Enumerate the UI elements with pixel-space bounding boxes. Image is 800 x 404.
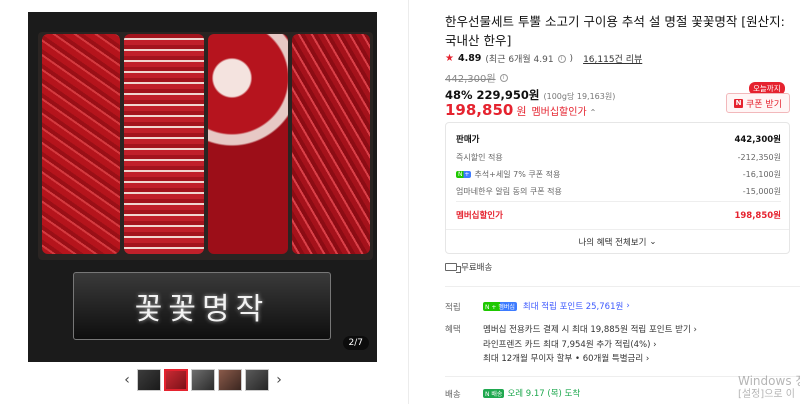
- next-image-arrow-icon[interactable]: ›: [272, 370, 286, 390]
- member-price-won: 원: [516, 105, 527, 118]
- breakdown-label-group: N + 추석+세일 7% 쿠폰 적용: [456, 169, 560, 180]
- rib-finger-cut: [208, 34, 288, 254]
- meat-gift-box-image: [38, 32, 373, 260]
- rating-row: ★ 4.89 (최근 6개월 4.91 i) 16,115건 리뷰: [445, 52, 642, 65]
- column-divider: [408, 0, 409, 404]
- chevron-down-icon: ⌄: [649, 236, 657, 247]
- watermark-line-1: Windows 정: [738, 374, 800, 388]
- breakdown-value: 198,850원: [734, 211, 781, 221]
- delivery-label: 배송: [445, 390, 461, 400]
- star-icon: ★: [445, 53, 454, 64]
- view-all-benefits-link[interactable]: 나의 혜택 전체보기 ⌄: [446, 229, 789, 253]
- naver-n-icon: N: [734, 98, 743, 108]
- breakdown-label: 즉시할인 적용: [456, 153, 503, 162]
- breakdown-label: 판매가: [456, 135, 480, 145]
- member-price: 198,850: [445, 101, 514, 119]
- price-info-icon[interactable]: i: [499, 73, 508, 82]
- watermark-line-2: [설정]으로 이: [738, 389, 795, 400]
- free-shipping-label: 무료배송: [461, 263, 493, 273]
- windows-activation-watermark: Windows 정 [설정]으로 이: [738, 374, 800, 402]
- thumbnail-1[interactable]: [137, 369, 161, 391]
- review-count-link[interactable]: 16,115건 리뷰: [583, 52, 642, 65]
- product-main-image[interactable]: 꽃꽃명작 2/7: [28, 12, 377, 362]
- breakdown-row-list-price: 판매가 442,300원: [456, 133, 781, 145]
- benefit-line-linefriends-card[interactable]: 라인프렌즈 카드 최대 7,954원 추가 적립(4%) ›: [483, 338, 657, 350]
- points-text: 최대 적립 포인트 25,761원: [522, 302, 624, 312]
- thumbnail-5[interactable]: [245, 369, 269, 391]
- brand-nameplate-text: 꽃꽃명작: [134, 292, 270, 327]
- breakdown-row-sale-coupon: N + 추석+세일 7% 쿠폰 적용 -16,100원: [456, 169, 781, 180]
- thumbnail-2-active[interactable]: [164, 369, 188, 391]
- prev-image-arrow-icon[interactable]: ‹: [120, 370, 134, 390]
- thumbnail-strip: ‹ ›: [120, 368, 290, 392]
- sirloin-cut: [42, 34, 120, 254]
- naver-plus-badge-icon: N +: [456, 171, 472, 178]
- points-row[interactable]: N + 멤버십 최대 적립 포인트 25,761원 ›: [483, 300, 630, 312]
- tenderloin-cut: [292, 34, 370, 254]
- member-price-label: 멤버십할인가: [531, 107, 587, 118]
- sale-rate: 48%: [445, 88, 473, 102]
- breakdown-value: -212,350원: [737, 153, 781, 162]
- breakdown-label: 엄마네한우 알림 동의 쿠폰 적용: [456, 187, 562, 196]
- coupon-button-label: 쿠폰 받기: [746, 99, 782, 110]
- product-title: 한우선물세트 투뿔 소고기 구이용 추석 설 명절 꽃꽃명작 [원산지: 국내산…: [445, 14, 785, 48]
- delivery-text: 오레 9.17 (목) 도착: [507, 389, 581, 399]
- breakdown-separator: [456, 201, 781, 202]
- benefit-line-membership-card[interactable]: 멤버십 전용카드 결제 시 최대 19,885원 적립 포인트 받기 ›: [483, 323, 697, 335]
- points-label: 적립: [445, 303, 461, 313]
- thumbnail-4[interactable]: [218, 369, 242, 391]
- breakdown-value: 442,300원: [734, 135, 781, 145]
- coupon-download-button[interactable]: N 쿠폰 받기: [726, 93, 790, 113]
- rating-score: 4.89: [457, 53, 482, 64]
- breakdown-row-member-price: 멤버십할인가 198,850원: [456, 209, 781, 221]
- naver-delivery-badge-icon: N 배송: [483, 388, 505, 398]
- original-price: 442,300원: [445, 74, 496, 85]
- brand-nameplate: 꽃꽃명작: [73, 272, 331, 340]
- info-icon[interactable]: i: [557, 54, 566, 63]
- chevron-right-icon: ›: [626, 301, 630, 311]
- breakdown-row-alert-coupon: 엄마네한우 알림 동의 쿠폰 적용 -15,000원: [456, 186, 781, 197]
- breakdown-label: 추석+세일 7% 쿠폰 적용: [474, 170, 561, 179]
- breakdown-label: 멤버십할인가: [456, 211, 503, 221]
- breakdown-value: -15,000원: [742, 187, 781, 196]
- free-shipping-row: 무료배송: [445, 261, 492, 273]
- rating-recent-close: ): [569, 53, 574, 64]
- original-price-row: 442,300원 i: [445, 70, 508, 85]
- ribeye-cut: [124, 34, 204, 254]
- naver-plus-membership-badge-icon: N + 멤버십: [483, 301, 517, 311]
- benefits-label: 혜택: [445, 325, 461, 335]
- benefit-line-installment[interactable]: 최대 12개월 무이자 할부 • 60개월 특별금리 ›: [483, 352, 649, 364]
- delivery-row: N 배송 오레 9.17 (목) 도착: [483, 387, 580, 399]
- truck-icon: [445, 263, 461, 273]
- breakdown-row-instant-discount: 즉시할인 적용 -212,350원: [456, 152, 781, 163]
- view-all-benefits-label: 나의 혜택 전체보기: [578, 237, 647, 248]
- thumbnail-3[interactable]: [191, 369, 215, 391]
- chevron-up-icon[interactable]: ⌃: [590, 108, 597, 117]
- section-divider: [445, 286, 800, 287]
- breakdown-value: -16,100원: [742, 170, 781, 179]
- rating-recent: (최근 6개월 4.91: [485, 55, 554, 65]
- member-price-row: 198,850 원 멤버십할인가 ⌃: [445, 101, 596, 119]
- price-breakdown-box: 판매가 442,300원 즉시할인 적용 -212,350원 N + 추석+세일 …: [445, 122, 790, 254]
- image-pager: 2/7: [342, 336, 369, 350]
